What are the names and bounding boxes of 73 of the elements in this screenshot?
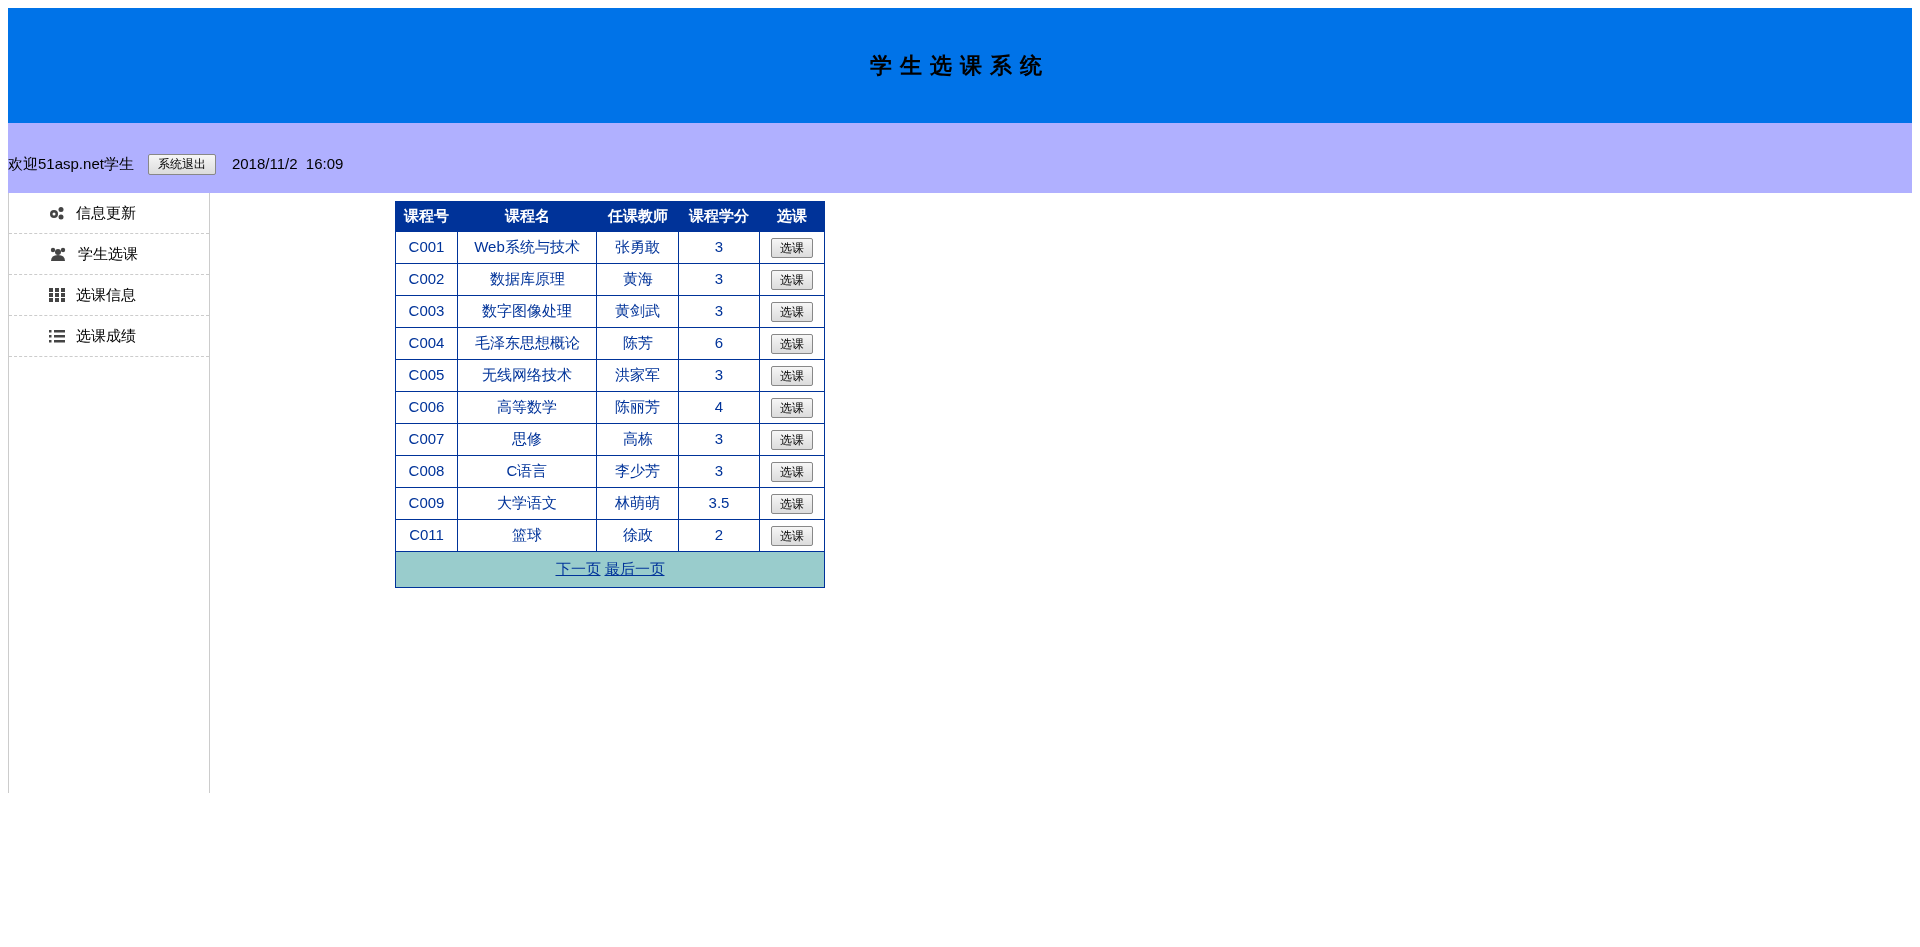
table-cell: 陈丽芳 bbox=[596, 391, 679, 424]
table-cell: 3 bbox=[678, 263, 760, 296]
table-cell: C011 bbox=[395, 519, 458, 552]
select-course-button[interactable]: 选课 bbox=[771, 238, 813, 259]
sidebar-item-label: 学生选课 bbox=[78, 243, 138, 264]
table-cell: C006 bbox=[395, 391, 458, 424]
table-cell: 张勇敢 bbox=[596, 231, 679, 264]
logout-button[interactable]: 系统退出 bbox=[147, 153, 216, 175]
list-icon bbox=[49, 329, 65, 343]
table-cell: 篮球 bbox=[457, 519, 597, 552]
table-cell: 3 bbox=[678, 231, 760, 264]
pager-link[interactable]: 下一页 bbox=[555, 558, 601, 581]
table-cell: Web系统与技术 bbox=[457, 231, 597, 264]
select-course-button[interactable]: 选课 bbox=[771, 398, 813, 419]
table-cell: 高栋 bbox=[596, 423, 679, 456]
table-cell: 大学语文 bbox=[457, 487, 597, 520]
table-cell: 洪家军 bbox=[596, 359, 679, 392]
table-cell: C语言 bbox=[457, 455, 597, 488]
welcome-text: 欢迎51asp.net学生 bbox=[8, 153, 134, 174]
select-course-button[interactable]: 选课 bbox=[771, 334, 813, 355]
sidebar-item-label: 选课成绩 bbox=[76, 325, 136, 346]
sidebar-item[interactable]: 学生选课 bbox=[9, 234, 209, 275]
table-cell: 毛泽东思想概论 bbox=[457, 327, 597, 360]
table-cell: 3.5 bbox=[678, 487, 760, 520]
select-course-button[interactable]: 选课 bbox=[771, 302, 813, 323]
select-course-button[interactable]: 选课 bbox=[771, 366, 813, 387]
table-cell: C004 bbox=[395, 327, 458, 360]
grid-icon bbox=[49, 288, 65, 302]
table-cell: 黄海 bbox=[596, 263, 679, 296]
date-time: 2018/11/2 16:09 bbox=[231, 153, 344, 174]
sidebar-item[interactable]: 选课信息 bbox=[9, 275, 209, 316]
column-header: 课程号 bbox=[395, 201, 458, 232]
column-header: 课程学分 bbox=[678, 201, 760, 232]
table-cell: C003 bbox=[395, 295, 458, 328]
table-cell: 2 bbox=[678, 519, 760, 552]
table-cell: 4 bbox=[678, 391, 760, 424]
table-cell: C002 bbox=[395, 263, 458, 296]
column-header: 选课 bbox=[759, 201, 825, 232]
sidebar-item-label: 选课信息 bbox=[76, 284, 136, 305]
table-cell: 李少芳 bbox=[596, 455, 679, 488]
table-cell: C001 bbox=[395, 231, 458, 264]
sidebar-item[interactable]: 选课成绩 bbox=[9, 316, 209, 357]
table-cell: 思修 bbox=[457, 423, 597, 456]
table-cell: 3 bbox=[678, 423, 760, 456]
table-cell: 6 bbox=[678, 327, 760, 360]
table-cell: 3 bbox=[678, 295, 760, 328]
table-cell: 陈芳 bbox=[596, 327, 679, 360]
table-cell: C008 bbox=[395, 455, 458, 488]
table-cell: 无线网络技术 bbox=[457, 359, 597, 392]
users-icon bbox=[49, 247, 67, 261]
table-cell: 数字图像处理 bbox=[457, 295, 597, 328]
table-cell: C007 bbox=[395, 423, 458, 456]
table-cell: 3 bbox=[678, 359, 760, 392]
column-header: 任课教师 bbox=[596, 201, 679, 232]
gears-icon bbox=[49, 206, 65, 220]
pager-link[interactable]: 最后一页 bbox=[604, 558, 665, 581]
table-cell: C009 bbox=[395, 487, 458, 520]
column-header: 课程名 bbox=[457, 201, 597, 232]
sidebar-item[interactable]: 信息更新 bbox=[9, 193, 209, 234]
select-course-button[interactable]: 选课 bbox=[771, 270, 813, 291]
table-cell: 3 bbox=[678, 455, 760, 488]
select-course-button[interactable]: 选课 bbox=[771, 526, 813, 547]
table-cell: 数据库原理 bbox=[457, 263, 597, 296]
table-cell: 徐政 bbox=[596, 519, 679, 552]
select-course-button[interactable]: 选课 bbox=[771, 494, 813, 515]
table-cell: C005 bbox=[395, 359, 458, 392]
table-cell: 高等数学 bbox=[457, 391, 597, 424]
table-cell: 林萌萌 bbox=[596, 487, 679, 520]
table-cell: 黄剑武 bbox=[596, 295, 679, 328]
sidebar-item-label: 信息更新 bbox=[76, 202, 136, 223]
system-title: 学生选课系统 bbox=[870, 52, 1050, 80]
select-course-button[interactable]: 选课 bbox=[771, 430, 813, 451]
select-course-button[interactable]: 选课 bbox=[771, 462, 813, 483]
